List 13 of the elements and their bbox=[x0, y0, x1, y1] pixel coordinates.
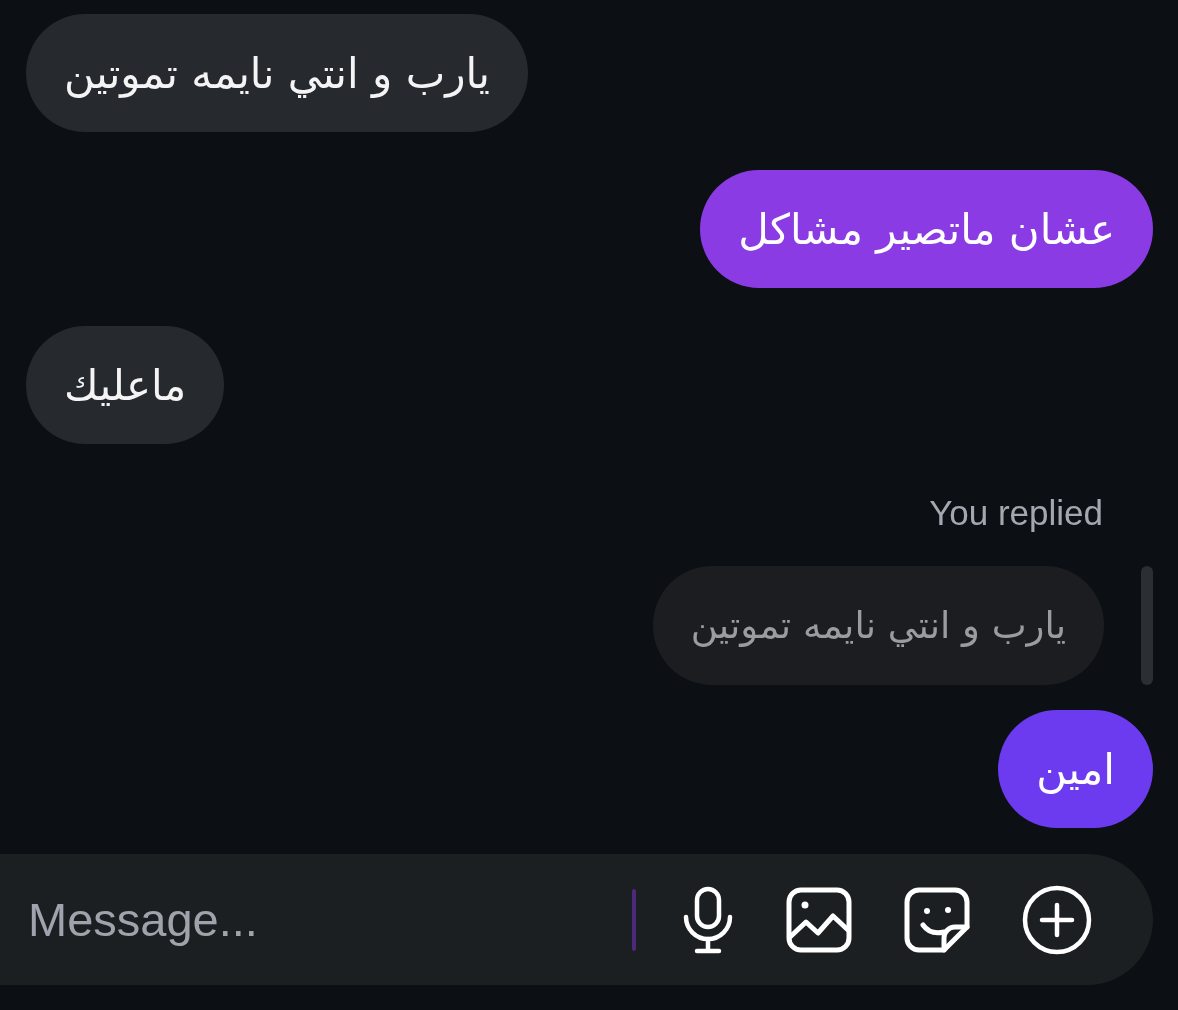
add-icon[interactable] bbox=[1022, 884, 1092, 955]
message-composer[interactable]: Message... bbox=[0, 854, 1153, 985]
image-icon[interactable] bbox=[786, 886, 852, 953]
sticker-icon[interactable] bbox=[904, 886, 970, 953]
quoted-message-bubble: يارب و انتي نايمه تموتين bbox=[652, 566, 1104, 685]
sent-message-bubble: عشان ماتصير مشاكل bbox=[700, 170, 1153, 288]
received-message-bubble: يارب و انتي نايمه تموتين bbox=[26, 14, 528, 132]
reply-label: You replied bbox=[929, 494, 1103, 532]
sent-message-bubble: امين bbox=[998, 710, 1153, 828]
text-cursor bbox=[632, 888, 636, 951]
message-input-field[interactable]: Message... bbox=[28, 887, 618, 952]
received-message-bubble: ماعليك bbox=[26, 326, 225, 444]
microphone-icon[interactable] bbox=[682, 885, 734, 954]
